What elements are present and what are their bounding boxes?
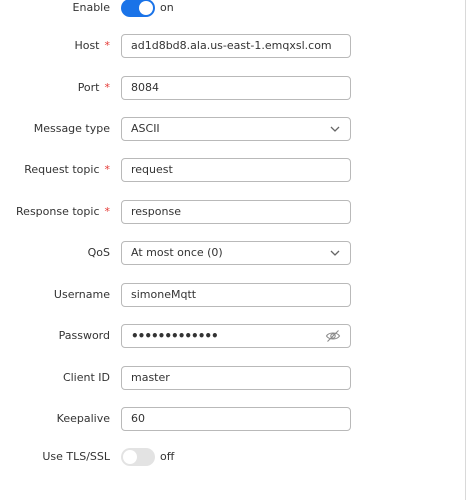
tls-state: off bbox=[160, 450, 175, 463]
keepalive-label: Keepalive bbox=[56, 412, 110, 425]
qos-row: QoS At most once (0) bbox=[0, 241, 466, 265]
enable-row: Enable on bbox=[0, 0, 466, 20]
client-id-input[interactable]: master bbox=[121, 366, 351, 390]
username-value: simoneMqtt bbox=[131, 288, 197, 301]
required-mark: * bbox=[104, 81, 111, 94]
request-topic-row: Request topic * request bbox=[0, 158, 466, 182]
message-type-label: Message type bbox=[33, 122, 110, 135]
qos-value: At most once (0) bbox=[131, 246, 223, 259]
toggle-knob bbox=[123, 450, 137, 464]
client-id-value: master bbox=[131, 371, 170, 384]
response-topic-label: Response topic * bbox=[16, 205, 111, 218]
chevron-down-icon bbox=[330, 250, 340, 256]
host-row: Host * ad1d8bd8.ala.us-east-1.emqxsl.com bbox=[0, 34, 466, 58]
keepalive-input[interactable]: 60 bbox=[121, 407, 351, 431]
port-input[interactable]: 8084 bbox=[121, 76, 351, 100]
client-id-row: Client ID master bbox=[0, 366, 466, 390]
password-row: Password ••••••••••••• bbox=[0, 324, 466, 348]
username-label: Username bbox=[53, 288, 110, 301]
password-value: ••••••••••••• bbox=[131, 329, 219, 343]
keepalive-row: Keepalive 60 bbox=[0, 407, 466, 431]
toggle-knob bbox=[139, 1, 153, 15]
request-topic-label: Request topic * bbox=[24, 163, 111, 176]
host-label: Host * bbox=[74, 39, 111, 52]
message-type-select[interactable]: ASCII bbox=[121, 117, 351, 141]
enable-toggle[interactable] bbox=[121, 0, 155, 17]
request-topic-input[interactable]: request bbox=[121, 158, 351, 182]
enable-state: on bbox=[160, 1, 174, 14]
chevron-down-icon bbox=[330, 126, 340, 132]
request-topic-value: request bbox=[131, 163, 173, 176]
tls-toggle[interactable] bbox=[121, 448, 155, 466]
qos-select[interactable]: At most once (0) bbox=[121, 241, 351, 265]
message-type-value: ASCII bbox=[131, 122, 160, 135]
username-row: Username simoneMqtt bbox=[0, 283, 466, 307]
host-input[interactable]: ad1d8bd8.ala.us-east-1.emqxsl.com bbox=[121, 34, 351, 58]
response-topic-value: response bbox=[131, 205, 181, 218]
password-label: Password bbox=[58, 329, 110, 342]
tls-row: Use TLS/SSL off bbox=[0, 445, 466, 469]
host-value: ad1d8bd8.ala.us-east-1.emqxsl.com bbox=[131, 39, 332, 52]
tls-label: Use TLS/SSL bbox=[42, 450, 110, 463]
message-type-row: Message type ASCII bbox=[0, 117, 466, 141]
port-row: Port * 8084 bbox=[0, 76, 466, 100]
required-mark: * bbox=[104, 205, 111, 218]
required-mark: * bbox=[104, 163, 111, 176]
enable-label: Enable bbox=[72, 1, 110, 14]
keepalive-value: 60 bbox=[131, 412, 145, 425]
port-label: Port * bbox=[77, 81, 111, 94]
eye-slash-icon[interactable] bbox=[325, 329, 341, 343]
required-mark: * bbox=[104, 39, 111, 52]
response-topic-row: Response topic * response bbox=[0, 200, 466, 224]
client-id-label: Client ID bbox=[62, 371, 110, 384]
qos-label: QoS bbox=[87, 246, 110, 259]
password-input[interactable]: ••••••••••••• bbox=[121, 324, 351, 348]
port-value: 8084 bbox=[131, 81, 159, 94]
username-input[interactable]: simoneMqtt bbox=[121, 283, 351, 307]
response-topic-input[interactable]: response bbox=[121, 200, 351, 224]
